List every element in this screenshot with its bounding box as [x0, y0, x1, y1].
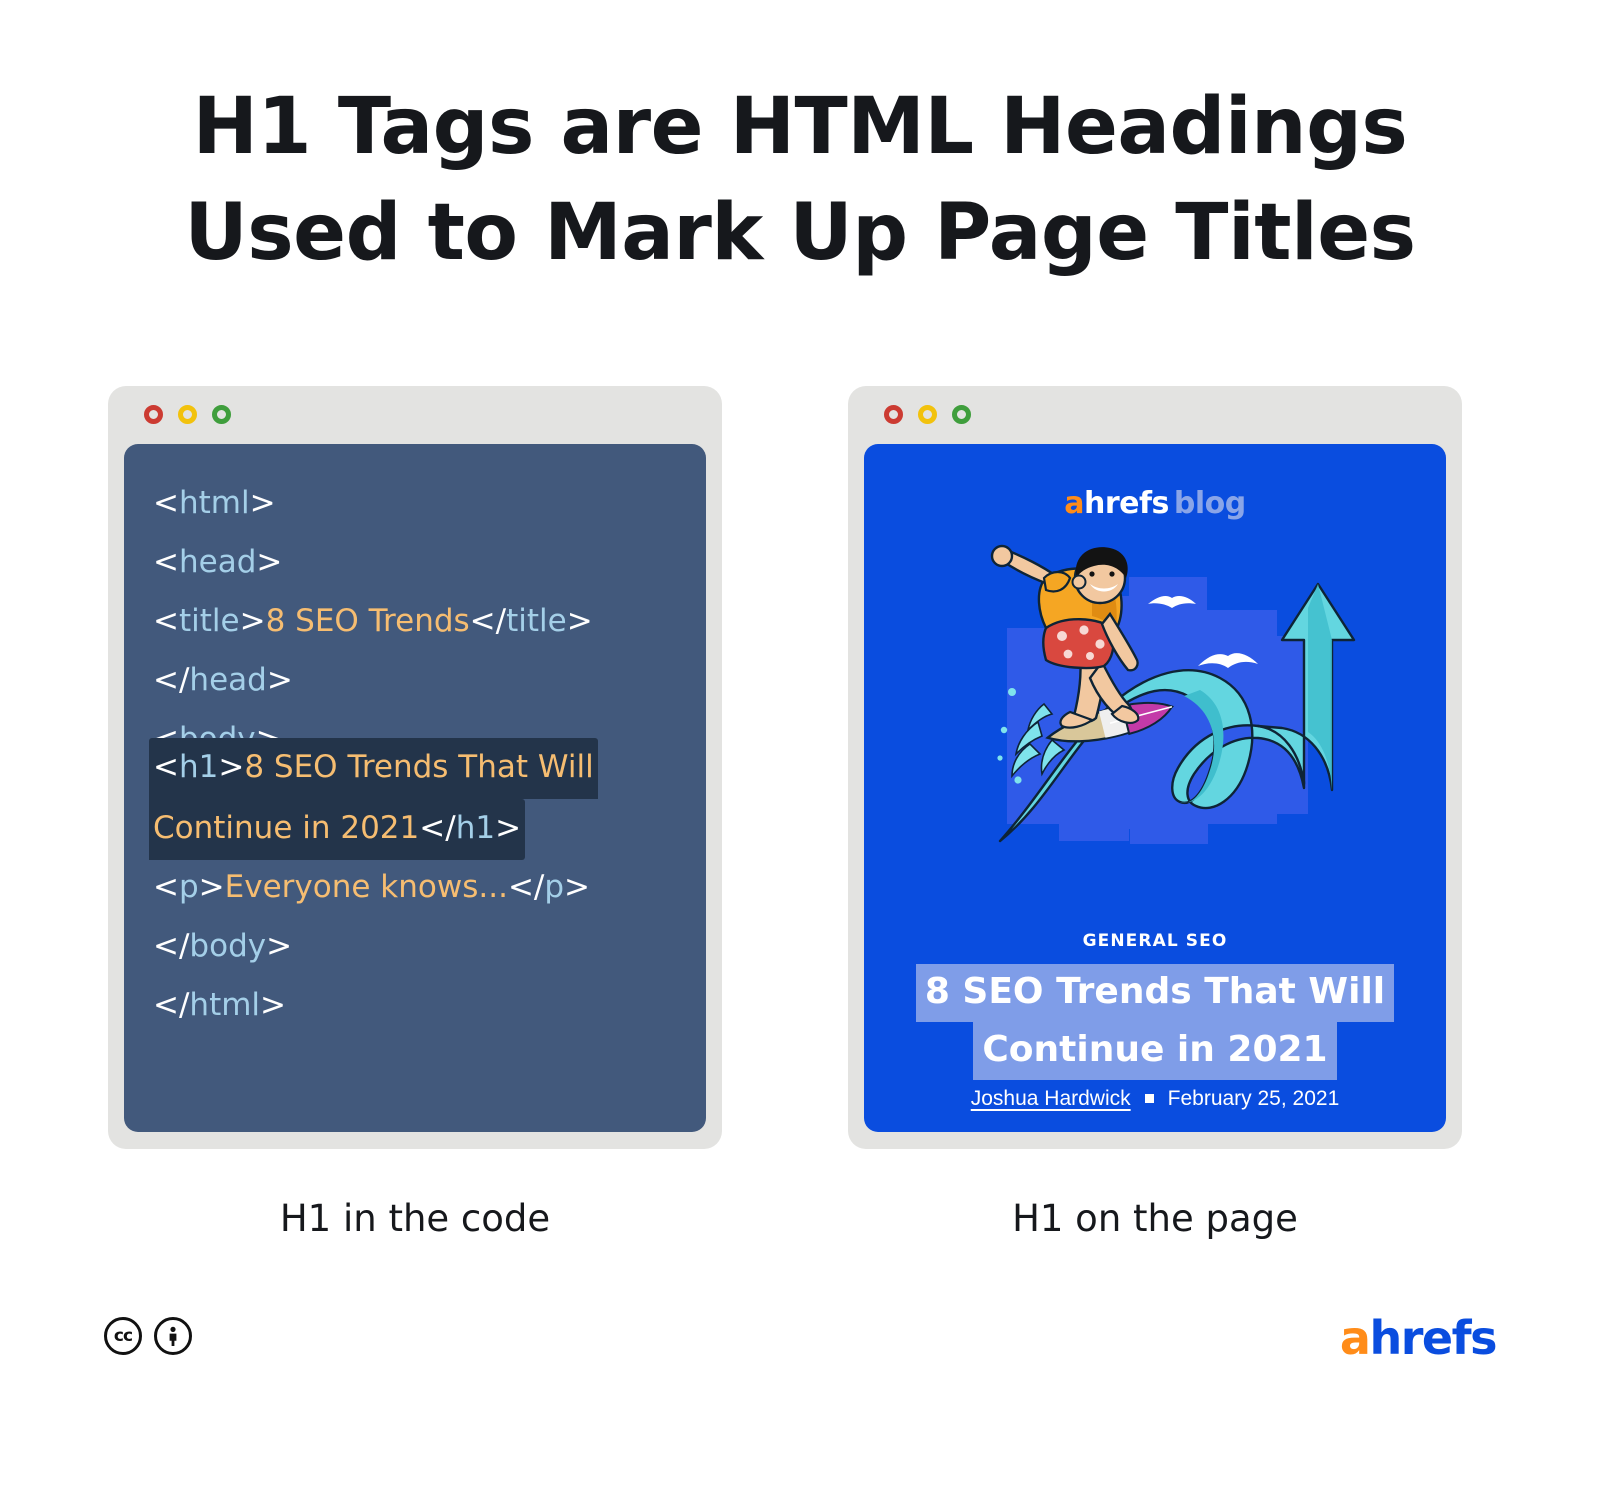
- post-title: 8 SEO Trends That Will Continue in 2021: [864, 964, 1446, 1080]
- bracket: >: [266, 662, 293, 698]
- bracket: >: [256, 544, 283, 580]
- bracket: >: [260, 987, 287, 1023]
- tag-name: html: [178, 485, 250, 521]
- minimize-dot-icon[interactable]: [918, 405, 937, 424]
- tag-name: body: [189, 928, 267, 964]
- bracket: >: [564, 869, 591, 905]
- page-title: H1 Tags are HTML Headings Used to Mark U…: [184, 82, 1416, 279]
- bracket: </: [507, 869, 545, 905]
- blog-page-screen: ahrefs blog GENERAL SEO 8 SEO Trends Tha…: [864, 444, 1446, 1132]
- blog-browser-window: ahrefs blog GENERAL SEO 8 SEO Trends Tha…: [848, 386, 1462, 1149]
- code-line: <html>: [153, 474, 693, 533]
- bracket: >: [239, 603, 266, 639]
- bracket: >: [266, 928, 293, 964]
- bracket: </: [469, 603, 507, 639]
- bracket: <: [153, 544, 179, 580]
- code-lines-before: <html> <head> <title>8 SEO Trends</title…: [153, 474, 693, 769]
- code-line: </html>: [153, 976, 693, 1035]
- bracket: <: [153, 869, 179, 905]
- bracket: </: [419, 810, 456, 846]
- tag-name: title: [178, 603, 240, 639]
- post-title-line-1: 8 SEO Trends That Will: [915, 964, 1395, 1022]
- bracket: </: [153, 662, 190, 698]
- logo-word-blog: blog: [1173, 486, 1246, 521]
- h1-highlight-block: <h1>8 SEO Trends That Will Continue in 2…: [149, 738, 693, 860]
- footer-logo-letter-a: a: [1339, 1311, 1371, 1365]
- caption-page: H1 on the page: [1012, 1197, 1298, 1240]
- bracket: <: [153, 485, 179, 521]
- code-line: <p>Everyone knows...</p>: [153, 858, 693, 917]
- code-editor-screen: <html> <head> <title>8 SEO Trends</title…: [124, 444, 706, 1132]
- maximize-dot-icon[interactable]: [952, 405, 971, 424]
- footer-logo-word-hrefs: hrefs: [1369, 1311, 1497, 1365]
- code-text: 8 SEO Trends: [265, 603, 470, 639]
- tag-name: html: [189, 987, 261, 1023]
- code-text: Continue in 2021: [153, 810, 420, 846]
- bracket: >: [198, 869, 225, 905]
- logo-letter-a: a: [1064, 486, 1084, 521]
- h1-highlight-line-2: Continue in 2021</h1>: [149, 799, 526, 860]
- code-line: </body>: [153, 917, 693, 976]
- code-lines-after: <p>Everyone knows...</p> </body> </html>: [153, 858, 693, 1035]
- bracket: >: [566, 603, 593, 639]
- tag-name: p: [544, 869, 565, 905]
- post-byline: Joshua Hardwick February 25, 2021: [864, 1087, 1446, 1111]
- creative-commons-badges: cc: [104, 1317, 192, 1355]
- post-date: February 25, 2021: [1167, 1087, 1340, 1110]
- bracket: <: [153, 603, 179, 639]
- bracket: </: [153, 987, 190, 1023]
- ahrefs-blog-logo[interactable]: ahrefs blog: [864, 486, 1446, 521]
- tag-name: p: [178, 869, 199, 905]
- creative-commons-icon: cc: [104, 1317, 142, 1355]
- attribution-person-icon: [154, 1317, 192, 1355]
- code-text: 8 SEO Trends That Will: [244, 749, 594, 785]
- close-dot-icon[interactable]: [144, 405, 163, 424]
- tag-name: head: [178, 544, 257, 580]
- bracket: >: [495, 810, 522, 846]
- code-line: <head>: [153, 533, 693, 592]
- maximize-dot-icon[interactable]: [212, 405, 231, 424]
- window-controls: [144, 405, 231, 424]
- ahrefs-footer-logo: ahrefs: [1339, 1311, 1498, 1365]
- code-line: </head>: [153, 651, 693, 710]
- code-text: Everyone knows...: [224, 869, 508, 905]
- post-title-line-2: Continue in 2021: [973, 1022, 1337, 1080]
- logo-word-hrefs: hrefs: [1083, 486, 1169, 521]
- post-category-label: GENERAL SEO: [1082, 931, 1228, 951]
- bracket: >: [249, 485, 276, 521]
- post-author-link[interactable]: Joshua Hardwick: [971, 1087, 1131, 1110]
- code-browser-window: <html> <head> <title>8 SEO Trends</title…: [108, 386, 722, 1149]
- tag-name: head: [189, 662, 267, 698]
- titlebar-blog-window: [848, 386, 1462, 444]
- h1-highlight-line-1: <h1>8 SEO Trends That Will: [149, 738, 598, 799]
- titlebar-code-window: [108, 386, 722, 444]
- bracket: <: [153, 749, 179, 785]
- close-dot-icon[interactable]: [884, 405, 903, 424]
- tag-name: h1: [178, 749, 219, 785]
- minimize-dot-icon[interactable]: [178, 405, 197, 424]
- surfer-growth-arrow-illustration: [952, 544, 1362, 854]
- window-controls: [884, 405, 971, 424]
- code-line: <title>8 SEO Trends</title>: [153, 592, 693, 651]
- bracket: >: [218, 749, 245, 785]
- caption-code: H1 in the code: [279, 1197, 551, 1240]
- tag-name: h1: [455, 810, 496, 846]
- tag-name: title: [506, 603, 567, 639]
- person-glyph: [169, 1326, 177, 1346]
- bracket: </: [153, 928, 190, 964]
- byline-separator-icon: [1144, 1093, 1154, 1103]
